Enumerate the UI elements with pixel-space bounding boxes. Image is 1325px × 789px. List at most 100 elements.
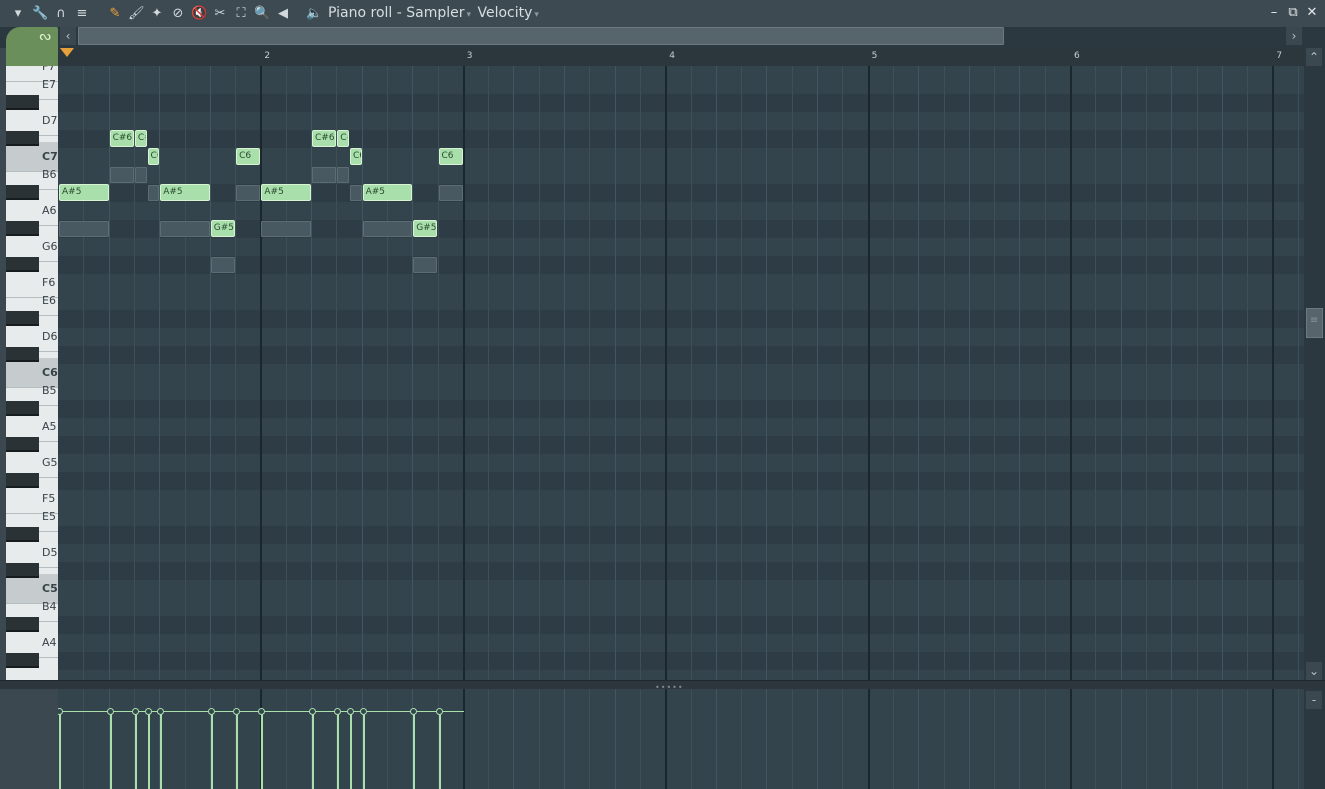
black-key[interactable]	[6, 311, 39, 326]
parameter-name[interactable]: Velocity	[477, 5, 532, 21]
piano-roll-tab[interactable]: ᔓ	[6, 27, 58, 66]
ruler-bar-number[interactable]: 4	[669, 51, 675, 61]
magic-wand-icon[interactable]: ✦	[149, 6, 165, 22]
instrument-name[interactable]: Sampler	[406, 5, 464, 21]
velocity-bar[interactable]	[439, 711, 441, 789]
menu-arrow-icon[interactable]: ▾	[10, 6, 26, 22]
velocity-bar[interactable]	[160, 711, 162, 789]
velocity-bar[interactable]	[350, 711, 352, 789]
scroll-down-button[interactable]: ⌄	[1306, 662, 1322, 680]
velocity-handle[interactable]	[436, 708, 443, 715]
close-button[interactable]: ✕	[1304, 5, 1320, 21]
velocity-handle[interactable]	[347, 708, 354, 715]
velocity-handle[interactable]	[258, 708, 265, 715]
velocity-bar[interactable]	[363, 711, 365, 789]
black-key[interactable]	[6, 185, 39, 200]
velocity-handle[interactable]	[233, 708, 240, 715]
black-key[interactable]	[6, 437, 39, 452]
speaker-icon[interactable]: 🔈	[306, 6, 322, 22]
note[interactable]: A#5	[59, 184, 109, 201]
ruler-bar-number[interactable]: 6	[1074, 51, 1080, 61]
menu-icon[interactable]: ≡	[74, 6, 90, 22]
zoom-icon[interactable]: 🔍	[254, 6, 270, 22]
note[interactable]: C6	[438, 148, 463, 165]
velocity-handle[interactable]	[410, 708, 417, 715]
ruler-bar-number[interactable]: 3	[467, 51, 473, 61]
velocity-bar[interactable]	[236, 711, 238, 789]
velocity-panel[interactable]	[58, 689, 1304, 789]
scroll-left-button[interactable]: ‹	[60, 27, 76, 45]
velocity-handle[interactable]	[334, 708, 341, 715]
note-grid[interactable]: A#5C#6C#6C6A#5G#5C6A#5C#6C#6C6A#5G#5C6	[58, 66, 1304, 680]
ruler-bar-number[interactable]: 5	[872, 51, 878, 61]
slice-icon[interactable]: ✂	[212, 6, 228, 22]
note[interactable]: C#6	[312, 130, 337, 147]
velocity-handle[interactable]	[107, 708, 114, 715]
velocity-handle[interactable]	[157, 708, 164, 715]
note[interactable]: G#5	[413, 220, 438, 237]
playback-icon[interactable]: ◀	[275, 6, 291, 22]
velocity-handle[interactable]	[145, 708, 152, 715]
velocity-handle[interactable]	[309, 708, 316, 715]
black-key[interactable]	[6, 527, 39, 542]
magnet-icon[interactable]: ∩	[53, 6, 69, 22]
key-label: D7	[42, 114, 58, 127]
black-key[interactable]	[6, 473, 39, 488]
velocity-menu-button[interactable]: -	[1306, 691, 1322, 709]
delete-icon[interactable]: ⊘	[170, 6, 186, 22]
black-key[interactable]	[6, 653, 39, 668]
note[interactable]: C#6	[109, 130, 134, 147]
velocity-handle[interactable]	[132, 708, 139, 715]
note[interactable]: A#5	[261, 184, 311, 201]
timeline-ruler[interactable]: 2 3 4 5 6 7	[58, 48, 1304, 67]
black-key[interactable]	[6, 131, 39, 146]
velocity-bar[interactable]	[312, 711, 314, 789]
velocity-bar[interactable]	[110, 711, 112, 789]
instrument-dropdown-icon[interactable]: ▾	[467, 10, 472, 20]
velocity-bar[interactable]	[148, 711, 150, 789]
mute-icon[interactable]: 🔇	[191, 6, 207, 22]
black-key[interactable]	[6, 95, 39, 110]
black-key[interactable]	[6, 617, 39, 632]
velocity-handle[interactable]	[360, 708, 367, 715]
note[interactable]: C6	[236, 148, 261, 165]
velocity-bar[interactable]	[261, 711, 263, 789]
black-key[interactable]	[6, 347, 39, 362]
note[interactable]: A#5	[362, 184, 413, 201]
pencil-icon[interactable]: ✎	[107, 6, 123, 22]
velocity-handle[interactable]	[208, 708, 215, 715]
velocity-bar[interactable]	[59, 711, 61, 789]
note[interactable]: A#5	[160, 184, 210, 201]
note[interactable]: C6	[349, 148, 362, 165]
velocity-bar[interactable]	[337, 711, 339, 789]
select-icon[interactable]: ⛶	[233, 6, 249, 22]
playhead-marker[interactable]	[60, 48, 74, 57]
ruler-bar-number[interactable]: 7	[1276, 51, 1282, 61]
note[interactable]: G#5	[210, 220, 236, 237]
grid-row-black	[58, 400, 1304, 418]
note[interactable]: C#6	[337, 130, 349, 147]
scroll-right-button[interactable]: ›	[1286, 27, 1302, 45]
velocity-bar[interactable]	[413, 711, 415, 789]
black-key[interactable]	[6, 221, 39, 236]
note[interactable]: C6	[147, 148, 160, 165]
note[interactable]: C#6	[134, 130, 147, 147]
ruler-bar-number[interactable]: 2	[264, 51, 270, 61]
vertical-scrollbar[interactable]	[1304, 48, 1325, 682]
window-title[interactable]: Piano roll - Sampler ▾ Velocity ▾	[328, 5, 541, 24]
minimize-button[interactable]: –	[1266, 5, 1282, 21]
parameter-dropdown-icon[interactable]: ▾	[534, 10, 539, 20]
wrench-icon[interactable]: 🔧	[32, 6, 48, 22]
piano-keyboard[interactable]: F7 E7 D7 C7 B6 A6 G6 F6 E6 D6 C6 B5 A5 G5 F5 E5 D5 C5 B4 A4	[6, 66, 58, 680]
velocity-handle[interactable]	[58, 708, 63, 715]
black-key[interactable]	[6, 401, 39, 416]
restore-button[interactable]: ⧉	[1285, 5, 1301, 21]
vertical-scroll-thumb[interactable]: ≡	[1306, 308, 1323, 338]
horizontal-scroll-thumb[interactable]	[78, 27, 1004, 45]
velocity-bar[interactable]	[211, 711, 213, 789]
black-key[interactable]	[6, 257, 39, 272]
scroll-up-button[interactable]: ⌃	[1306, 48, 1322, 66]
black-key[interactable]	[6, 563, 39, 578]
velocity-bar[interactable]	[135, 711, 137, 789]
brush-icon[interactable]: 🖌	[128, 6, 145, 22]
